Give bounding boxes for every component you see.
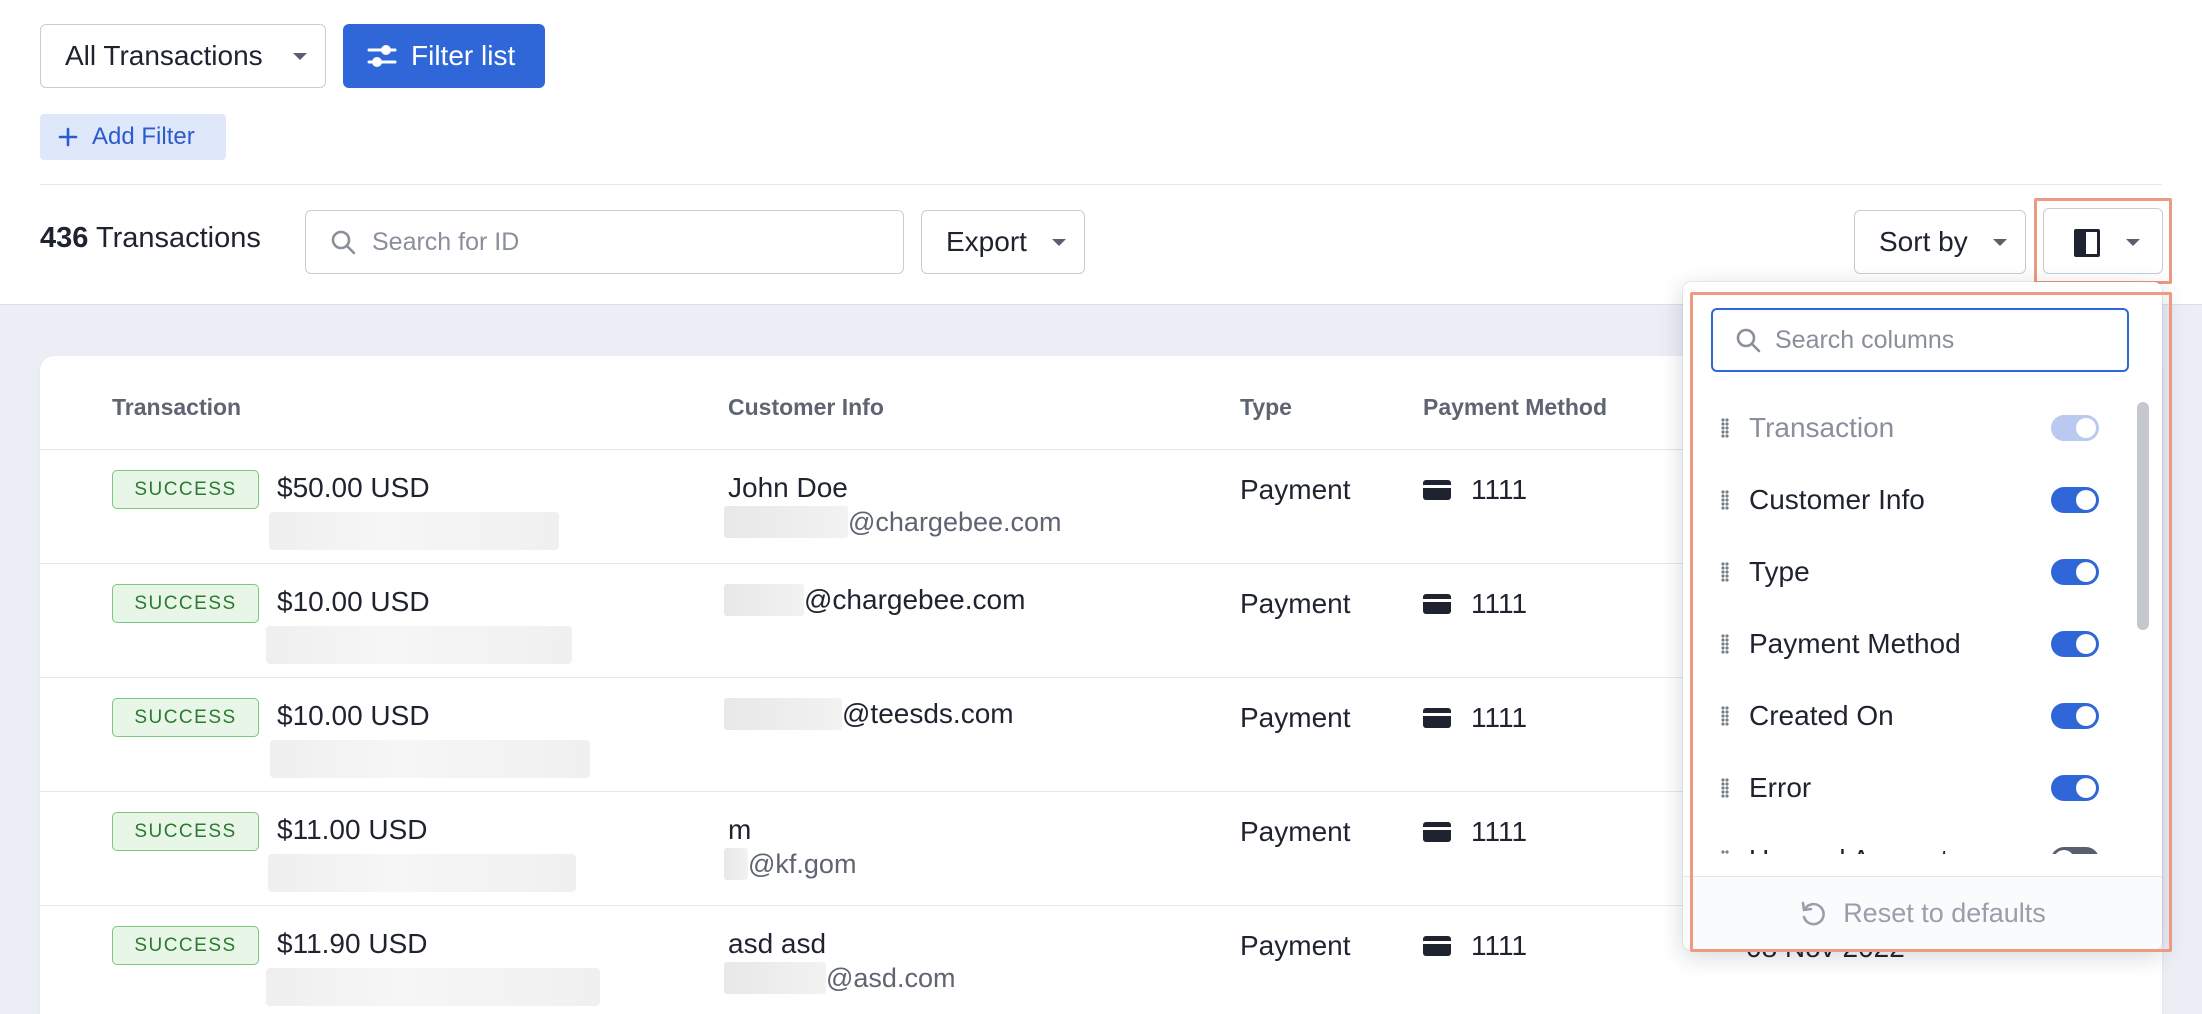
card-last4: 1111 [1471, 702, 1528, 733]
export-label: Export [946, 226, 1027, 257]
header-type[interactable]: Type [1240, 394, 1292, 421]
transaction-type: Payment [1240, 588, 1351, 619]
customer-email: @kf.gom [724, 848, 856, 880]
credit-card-icon [1423, 708, 1451, 728]
count-number: 436 [40, 222, 89, 254]
search-input[interactable] [372, 227, 852, 257]
redacted-id [268, 854, 576, 892]
sort-by-label: Sort by [1879, 226, 1968, 257]
redacted-email-prefix [724, 848, 748, 880]
amount: $11.90 USD [277, 928, 428, 959]
add-filter-button[interactable]: Add Filter [40, 114, 226, 160]
toolbar: All Transactions Filter list Add Filter … [0, 0, 2202, 305]
customer-email: @teesds.com [724, 698, 1014, 730]
redacted-id [266, 968, 600, 1006]
chevron-down-icon [293, 53, 307, 60]
payment-method: 1111 [1423, 588, 1527, 620]
transaction-type: Payment [1240, 474, 1351, 505]
redacted-id [269, 512, 559, 550]
card-last4: 1111 [1471, 474, 1528, 505]
amount: $10.00 USD [277, 700, 430, 731]
payment-method: 1111 [1423, 930, 1527, 962]
chevron-down-icon [1052, 239, 1066, 246]
customer-email: @asd.com [724, 962, 955, 994]
view-select-label: All Transactions [65, 40, 263, 71]
status-badge: SUCCESS [112, 698, 259, 737]
redacted-email-prefix [724, 698, 842, 730]
customer-email-domain: @chargebee.com [848, 506, 1062, 537]
header-transaction[interactable]: Transaction [112, 394, 241, 421]
payment-method: 1111 [1423, 702, 1527, 734]
search-box[interactable] [305, 210, 904, 274]
card-last4: 1111 [1471, 816, 1528, 847]
card-last4: 1111 [1471, 588, 1528, 619]
redacted-email-prefix [724, 506, 848, 538]
credit-card-icon [1423, 480, 1451, 500]
credit-card-icon [1423, 822, 1451, 842]
transaction-type: Payment [1240, 816, 1351, 847]
amount: $11.00 USD [277, 814, 428, 845]
customer-email-domain: @asd.com [826, 962, 956, 993]
customer-email-domain: @chargebee.com [804, 584, 1026, 615]
plus-icon [58, 127, 78, 147]
header-payment-method[interactable]: Payment Method [1423, 394, 1607, 421]
chevron-down-icon [2126, 239, 2140, 246]
header-customer-info[interactable]: Customer Info [728, 394, 884, 421]
transaction-count: 436 Transactions [40, 222, 261, 255]
customer-name: John Doe [728, 472, 848, 503]
toolbar-divider [40, 184, 2162, 185]
credit-card-icon [1423, 594, 1451, 614]
columns-button[interactable] [2043, 208, 2163, 274]
chevron-down-icon [1993, 239, 2007, 246]
view-select[interactable]: All Transactions [40, 24, 326, 88]
sort-by-button[interactable]: Sort by [1854, 210, 2026, 274]
columns-icon [2074, 229, 2100, 257]
customer-email-domain: @kf.gom [748, 848, 857, 879]
redacted-email-prefix [724, 962, 826, 994]
add-filter-label: Add Filter [92, 123, 195, 150]
customer-email: @chargebee.com [724, 506, 1062, 538]
redacted-email-prefix [724, 584, 804, 616]
amount: $50.00 USD [277, 472, 430, 503]
customer-email-domain: @teesds.com [842, 698, 1014, 729]
status-badge: SUCCESS [112, 470, 259, 509]
search-icon [331, 230, 356, 255]
transaction-type: Payment [1240, 702, 1351, 733]
payment-method: 1111 [1423, 816, 1527, 848]
amount: $10.00 USD [277, 586, 430, 617]
status-badge: SUCCESS [112, 584, 259, 623]
export-button[interactable]: Export [921, 210, 1085, 274]
column-picker-highlight [1690, 292, 2172, 952]
status-badge: SUCCESS [112, 812, 259, 851]
redacted-id [270, 740, 590, 778]
card-last4: 1111 [1471, 930, 1528, 961]
filter-list-label: Filter list [411, 40, 516, 71]
status-badge: SUCCESS [112, 926, 259, 965]
payment-method: 1111 [1423, 474, 1527, 506]
customer-name: m [728, 814, 752, 845]
filter-list-button[interactable]: Filter list [343, 24, 545, 88]
credit-card-icon [1423, 936, 1451, 956]
customer-name: asd asd [728, 928, 827, 959]
redacted-id [266, 626, 572, 664]
transaction-type: Payment [1240, 930, 1351, 961]
count-label: Transactions [95, 222, 261, 254]
customer-email: @chargebee.com [724, 584, 1025, 616]
sliders-icon [367, 45, 397, 67]
